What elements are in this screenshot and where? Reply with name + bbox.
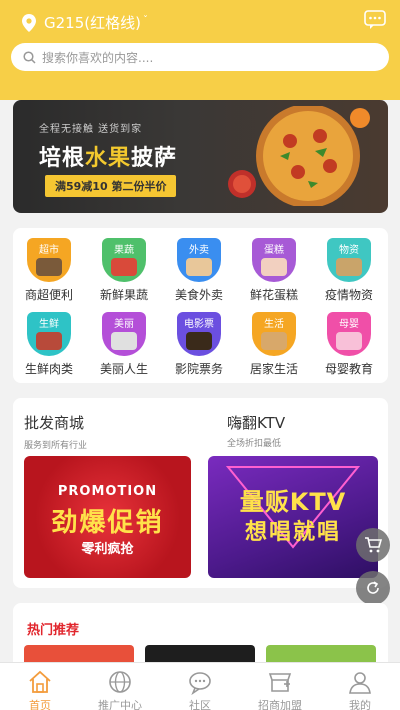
hot-recommend-title: 热门推荐 (27, 623, 80, 638)
wholesale-subtitle: 服务到所有行业 (24, 441, 88, 451)
home-goods-icon: 生活 (252, 312, 296, 356)
message-icon[interactable] (364, 10, 386, 30)
tab-promotion[interactable]: 推广中心 (80, 663, 160, 710)
beauty-icon: 美丽 (102, 312, 146, 356)
top-header: G215(红格线) ˇ 搜索你喜欢的内容.... (0, 0, 400, 100)
pizza-image (228, 106, 370, 206)
basket-icon: 超市 (27, 238, 71, 282)
category-item-cake[interactable]: 蛋糕 鲜花蛋糕 (238, 232, 310, 302)
refresh-icon (367, 581, 379, 594)
tab-community[interactable]: 社区 (160, 663, 240, 710)
category-item-supplies[interactable]: 物资 疫情物资 (313, 232, 385, 302)
promo-banner[interactable]: 全程无接触 送货到家 培根水果披萨 满59减10 第二份半价 (13, 100, 388, 213)
banner-subtitle: 全程无接触 送货到家 (39, 124, 143, 135)
ktv-promo-image[interactable]: 量贩KTV 想唱就唱 (208, 456, 378, 578)
store-icon (268, 673, 292, 692)
cinema-icon: 电影票 (177, 312, 221, 356)
food-icon: 外卖 (177, 238, 221, 282)
wholesale-title: 批发商城 (24, 414, 85, 432)
bottom-tab-bar: 首页 推广中心 社区 招商加盟 我的 (0, 662, 400, 710)
chevron-down-icon: ˇ (142, 15, 148, 26)
category-item-beauty[interactable]: 美丽 美丽人生 (88, 306, 160, 376)
location-label: G215(红格线) (44, 14, 141, 32)
baby-icon: 母婴 (327, 312, 371, 356)
tab-mine[interactable]: 我的 (320, 663, 400, 710)
category-item-cinema[interactable]: 电影票 影院票务 (163, 306, 235, 376)
tab-home[interactable]: 首页 (0, 663, 80, 710)
refresh-button[interactable] (356, 571, 390, 605)
box-icon: 物资 (327, 238, 371, 282)
search-input[interactable]: 搜索你喜欢的内容.... (11, 43, 389, 71)
category-item-fruits[interactable]: 果蔬 新鲜果蔬 (88, 232, 160, 302)
ktv-title: 嗨翻KTV (227, 414, 286, 432)
category-item-meat[interactable]: 生鲜 生鲜肉类 (13, 306, 85, 376)
meat-icon: 生鲜 (27, 312, 71, 356)
home-icon (29, 670, 51, 693)
banner-tag: 满59减10 第二份半价 (45, 175, 177, 197)
search-placeholder: 搜索你喜欢的内容.... (42, 50, 154, 65)
category-item-baby[interactable]: 母婴 母婴教育 (313, 306, 385, 376)
cart-button[interactable] (356, 528, 390, 562)
search-icon (23, 50, 36, 64)
user-icon (349, 672, 371, 694)
ktv-subtitle: 全场折扣最低 (227, 439, 282, 449)
location-pin-icon (22, 13, 36, 32)
globe-icon (109, 671, 131, 693)
cart-icon (365, 537, 382, 553)
tab-franchise[interactable]: 招商加盟 (240, 663, 320, 710)
category-item-takeout[interactable]: 外卖 美食外卖 (163, 232, 235, 302)
wholesale-promo-image[interactable]: PROMOTION 劲爆促销 零利疯抢 (24, 456, 191, 578)
cake-icon: 蛋糕 (252, 238, 296, 282)
banner-title: 培根水果披萨 (39, 146, 178, 171)
fruit-icon: 果蔬 (102, 238, 146, 282)
promo-section: 批发商城 服务到所有行业 嗨翻KTV 全场折扣最低 PROMOTION 劲爆促销… (13, 398, 388, 588)
category-item-supermarket[interactable]: 超市 商超便利 (13, 232, 85, 302)
category-grid: 超市 商超便利 果蔬 新鲜果蔬 外卖 美食外卖 蛋糕 鲜花蛋糕 物资 疫情物资 … (13, 228, 388, 383)
category-item-home[interactable]: 生活 居家生活 (238, 306, 310, 376)
location-selector[interactable]: G215(红格线) ˇ (22, 12, 148, 33)
chat-icon (189, 672, 211, 695)
